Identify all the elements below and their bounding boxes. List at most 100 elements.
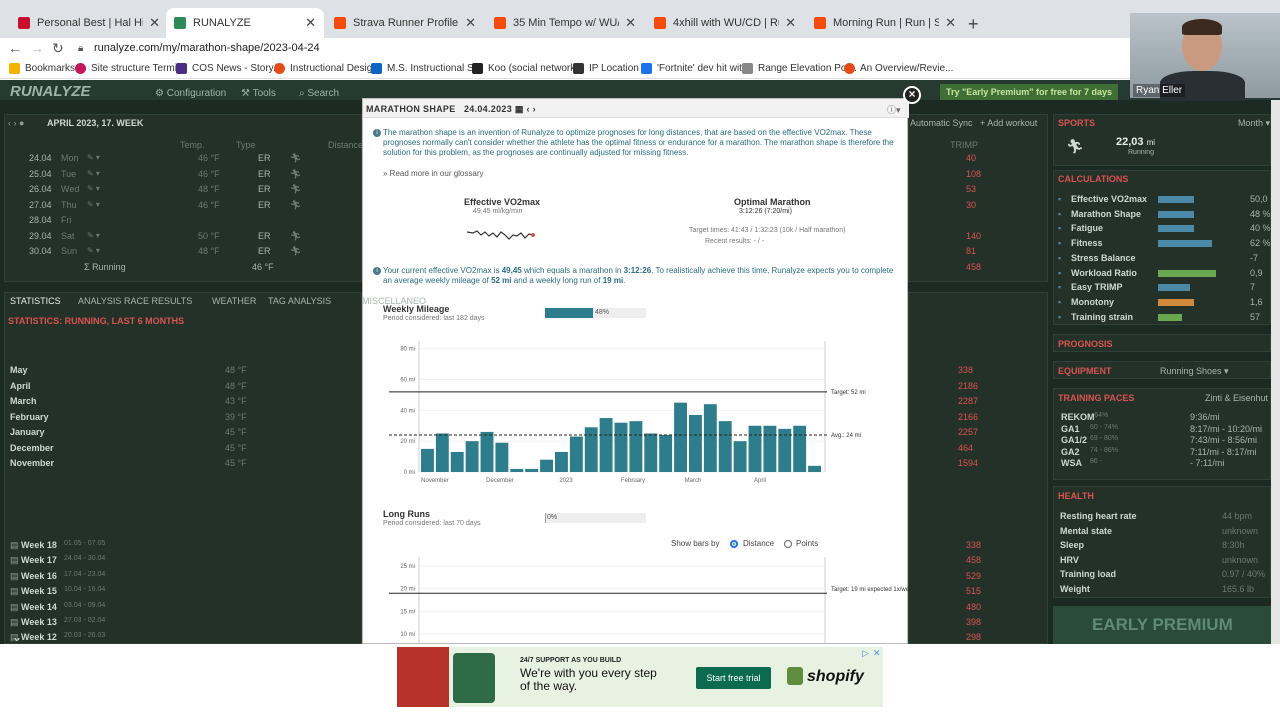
- week-name[interactable]: Week 18: [21, 540, 57, 550]
- week-range: 24.04 - 30.04: [64, 555, 106, 563]
- new-tab-plus-icon[interactable]: +: [968, 14, 979, 35]
- week-toggle-icon[interactable]: ▤: [10, 632, 19, 643]
- equipment-select[interactable]: Running Shoes ▾: [1160, 366, 1229, 377]
- browser-tab[interactable]: 4xhill with WU/CD | Run | Strava ✕: [646, 8, 804, 38]
- day-edit-icon[interactable]: ✎ ▾: [87, 200, 100, 209]
- week-toggle-icon[interactable]: ▤: [10, 555, 19, 566]
- stats-tab[interactable]: RACE RESULTS: [124, 296, 192, 306]
- week-toggle-icon[interactable]: ▤: [10, 571, 19, 582]
- points-radio[interactable]: [784, 540, 792, 548]
- browser-tab-bar: Personal Best | Hal Higdon ✕ RUNALYZE ✕ …: [0, 0, 1280, 38]
- browser-tab[interactable]: Morning Run | Run | Strava ✕: [806, 8, 964, 38]
- add-workout-link[interactable]: + Add workout: [980, 118, 1037, 128]
- calendar-icon[interactable]: ▦: [515, 104, 524, 114]
- week-toggle-icon[interactable]: ▤: [10, 617, 19, 628]
- month-name[interactable]: January: [10, 427, 45, 437]
- bookmark-favicon-icon: [371, 63, 382, 74]
- close-modal-icon[interactable]: ×: [903, 86, 921, 104]
- day-edit-icon[interactable]: ✎ ▾: [87, 184, 100, 193]
- week-name[interactable]: Week 17: [21, 555, 57, 565]
- month-name[interactable]: November: [10, 458, 54, 468]
- month-select[interactable]: Month ▾: [1238, 118, 1270, 129]
- stats-tab[interactable]: ANALYSIS: [78, 296, 121, 306]
- bookmark-item[interactable]: Range Elevation Pol...: [742, 63, 857, 74]
- tab-close-icon[interactable]: ✕: [465, 15, 476, 31]
- day-edit-icon[interactable]: ✎ ▾: [87, 169, 100, 178]
- reload-icon[interactable]: ↻: [52, 40, 64, 57]
- info-menu-icon[interactable]: ⓘ▾: [887, 103, 901, 116]
- bookmark-item[interactable]: Instructional Design: [274, 63, 378, 74]
- month-name[interactable]: February: [10, 412, 49, 422]
- bookmark-item[interactable]: IP Location: [573, 63, 639, 74]
- next-date-icon[interactable]: ›: [533, 104, 536, 114]
- early-premium-banner[interactable]: Try "Early Premium" for free for 7 days: [940, 84, 1118, 100]
- mileage-bar: [495, 442, 509, 472]
- week-nav-icons[interactable]: ‹ › ●: [8, 118, 24, 128]
- week-toggle-icon[interactable]: ▤: [10, 540, 19, 551]
- mileage-bar: [480, 431, 494, 472]
- day-date: 30.04: [29, 246, 52, 256]
- nav-configuration[interactable]: ⚙ Configuration: [155, 88, 226, 99]
- week-trimp: 515: [966, 586, 982, 597]
- stats-tab[interactable]: TAG ANALYSIS: [268, 296, 331, 306]
- tab-close-icon[interactable]: ✕: [149, 15, 160, 31]
- month-name[interactable]: April: [10, 381, 31, 391]
- paces-method-select[interactable]: Zinti & Eisenhut: [1205, 393, 1268, 403]
- glossary-link[interactable]: » Read more in our glossary: [383, 169, 484, 179]
- week-name[interactable]: Week 15: [21, 586, 57, 596]
- ad-close-icon[interactable]: ✕: [873, 648, 881, 659]
- week-name[interactable]: Week 16: [21, 571, 57, 581]
- bookmark-item[interactable]: Koo (social network...: [472, 63, 584, 74]
- bookmark-item[interactable]: M.S. Instructional S...: [371, 63, 482, 74]
- shopify-ad[interactable]: 24/7 SUPPORT AS YOU BUILD We're with you…: [397, 647, 883, 707]
- weekly-mileage-period: Period considered: last 182 days: [383, 315, 485, 322]
- adchoices-icon[interactable]: ▷: [862, 648, 869, 659]
- training-paces-title: TRAINING PACES: [1058, 393, 1135, 403]
- mileage-bar: [808, 465, 821, 472]
- health-label: Sleep: [1060, 540, 1085, 551]
- day-edit-icon[interactable]: ✎ ▾: [87, 231, 100, 240]
- runalyze-logo[interactable]: RUNALYZE: [10, 83, 91, 100]
- stats-tab[interactable]: MISCELLANEO: [362, 296, 426, 306]
- bookmark-item[interactable]: Site structure Termi...: [75, 63, 185, 74]
- browser-tab-active[interactable]: RUNALYZE ✕: [166, 8, 324, 38]
- ad-cta-button[interactable]: Start free trial: [696, 667, 771, 689]
- day-temp: 46 °F: [198, 168, 220, 179]
- browser-tab[interactable]: 35 Min Tempo w/ WU/CD | Run | ✕: [486, 8, 644, 38]
- nav-search[interactable]: ⌕ Search: [299, 88, 339, 99]
- bookmark-item[interactable]: Bookmarks: [9, 63, 75, 74]
- browser-tab[interactable]: Strava Runner Profile | Ryan Eller ✕: [326, 8, 484, 38]
- week-name[interactable]: Week 14: [21, 602, 57, 612]
- prev-date-icon[interactable]: ‹: [526, 104, 529, 114]
- browser-tab[interactable]: Personal Best | Hal Higdon ✕: [10, 8, 168, 38]
- day-edit-icon[interactable]: ✎ ▾: [87, 246, 100, 255]
- day-trimp: 40: [966, 153, 977, 163]
- forward-arrow-icon[interactable]: →: [30, 40, 44, 56]
- url-text[interactable]: runalyze.com/my/marathon-shape/2023-04-2…: [94, 42, 320, 54]
- week-toggle-icon[interactable]: ▤: [10, 586, 19, 597]
- tab-close-icon[interactable]: ✕: [625, 15, 636, 31]
- nav-tools[interactable]: ⚒ Tools: [241, 88, 276, 99]
- stats-tab[interactable]: STATISTICS: [10, 296, 61, 306]
- stats-tab[interactable]: WEATHER: [212, 296, 256, 306]
- week-toggle-icon[interactable]: ▤: [10, 602, 19, 613]
- month-name[interactable]: May: [10, 365, 28, 375]
- bookmark-item[interactable]: An Overview/Revie...: [844, 63, 953, 74]
- day-temp: 46 °F: [198, 199, 220, 210]
- week-name[interactable]: Week 13: [21, 617, 57, 627]
- tab-close-icon[interactable]: ✕: [785, 15, 796, 31]
- page-scrollbar[interactable]: [1271, 100, 1280, 644]
- bookmark-item[interactable]: 'Fortnite' dev hit wit...: [641, 63, 750, 74]
- distance-radio[interactable]: [730, 540, 738, 548]
- tab-close-icon[interactable]: ✕: [305, 15, 316, 31]
- month-name[interactable]: March: [10, 396, 37, 406]
- day-edit-icon[interactable]: ✎ ▾: [87, 153, 100, 162]
- calc-bar: [1158, 298, 1194, 306]
- back-arrow-icon[interactable]: ←: [8, 40, 22, 56]
- week-name[interactable]: Week 12: [21, 632, 57, 642]
- tab-close-icon[interactable]: ✕: [945, 15, 956, 31]
- bookmark-item[interactable]: COS News - Story/...: [176, 63, 285, 74]
- points-radio-label: Points: [796, 539, 819, 548]
- automatic-sync-link[interactable]: Automatic Sync: [910, 118, 973, 128]
- month-name[interactable]: December: [10, 443, 54, 453]
